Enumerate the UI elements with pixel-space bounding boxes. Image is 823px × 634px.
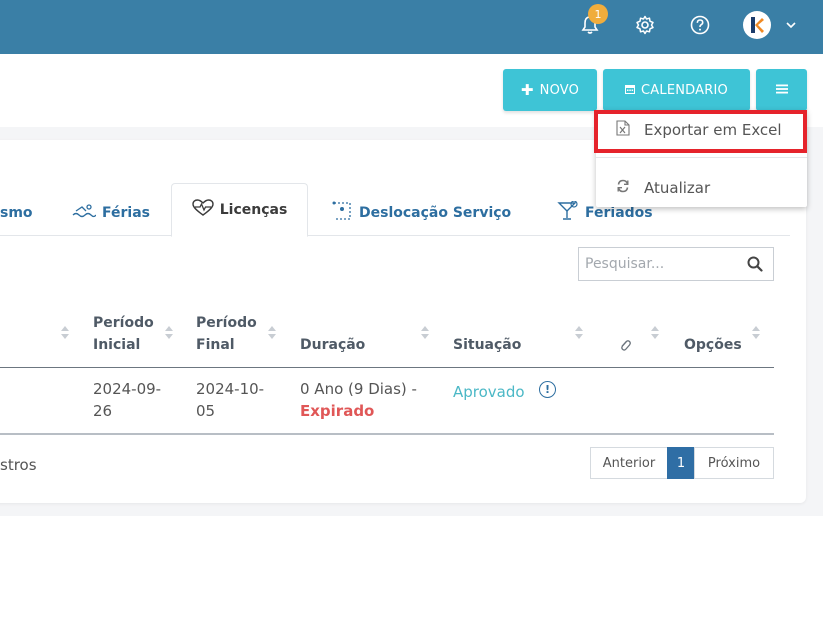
calendario-button-label: CALENDARIO <box>641 82 728 98</box>
table-bottom-divider <box>0 433 774 435</box>
tab-ferias[interactable]: Férias <box>72 196 150 230</box>
tab-label: Licenças <box>219 202 288 218</box>
cell-periodo-final: 2024-10- 05 <box>196 378 264 422</box>
actions-dropdown-menu: Exportar em Excel Atualizar <box>596 110 807 207</box>
duracao-text: 0 Ano (9 Dias) - <box>300 380 417 398</box>
cell-periodo-inicial: 2024-09- 26 <box>93 378 161 422</box>
tabs-divider <box>0 235 790 236</box>
swim-icon <box>72 204 97 222</box>
sort-icon[interactable] <box>575 326 583 342</box>
pagination-prev[interactable]: Anterior <box>590 447 668 479</box>
column-header-periodo-inicial[interactable]: Período Inicial <box>93 312 154 356</box>
menu-divider <box>596 157 807 158</box>
menu-item-label: Exportar em Excel <box>644 121 782 139</box>
sort-icon[interactable] <box>752 326 760 342</box>
menu-item-label: Atualizar <box>644 179 711 197</box>
header-line: Final <box>196 337 235 353</box>
chevron-down-icon[interactable] <box>778 12 804 38</box>
cell-line: 05 <box>196 402 216 420</box>
route-icon <box>331 201 353 225</box>
column-header-situacao[interactable]: Situação <box>453 334 521 356</box>
calendario-button[interactable]: CALENDARIO <box>603 69 750 111</box>
help-icon[interactable] <box>687 12 713 38</box>
tab-label: Deslocação Serviço <box>359 205 512 221</box>
cell-line: 2024-10- <box>196 380 265 398</box>
notification-badge: 1 <box>588 4 608 24</box>
avatar[interactable] <box>743 11 771 39</box>
sort-icon[interactable] <box>651 326 659 342</box>
refresh-menu-item[interactable]: Atualizar <box>596 168 807 208</box>
heartbeat-icon <box>192 199 214 221</box>
novo-button[interactable]: ✚ NOVO <box>503 69 597 111</box>
column-header-opcoes[interactable]: Opções <box>684 334 742 356</box>
sort-icon[interactable] <box>61 326 69 342</box>
column-header-periodo-final[interactable]: Período Final <box>196 312 257 356</box>
pagination-next[interactable]: Próximo <box>694 447 774 479</box>
cocktail-icon <box>557 200 579 225</box>
hamburger-icon <box>775 83 788 98</box>
paperclip-icon[interactable] <box>619 337 631 356</box>
info-icon[interactable]: ! <box>539 381 556 398</box>
calendar-icon <box>625 83 636 98</box>
tab-deslocacao-servico[interactable]: Deslocação Serviço <box>331 196 511 230</box>
export-excel-menu-item[interactable]: Exportar em Excel <box>596 110 807 150</box>
search-input[interactable] <box>579 248 739 280</box>
pagination-page[interactable]: 1 <box>667 447 695 479</box>
top-navbar: 1 <box>0 0 823 54</box>
sort-icon[interactable] <box>268 326 276 342</box>
gear-icon[interactable] <box>632 12 658 38</box>
menu-button[interactable] <box>756 69 807 111</box>
search-icon[interactable] <box>747 256 763 276</box>
tab-label: Férias <box>102 205 150 221</box>
tab-label: smo <box>0 205 33 221</box>
expired-status: Expirado <box>300 402 375 420</box>
sort-icon[interactable] <box>165 326 173 342</box>
excel-icon <box>616 120 630 140</box>
search-box <box>578 247 774 281</box>
status-badge: Aprovado <box>453 383 525 401</box>
refresh-icon <box>616 178 630 198</box>
records-info: stros <box>0 456 37 474</box>
table-header-divider <box>0 367 774 368</box>
cell-line: 26 <box>93 402 113 420</box>
page-bottom <box>0 516 823 634</box>
header-line: Período <box>196 315 257 331</box>
tab-licencas[interactable]: Licenças <box>171 183 308 237</box>
cell-duracao: 0 Ano (9 Dias) - Expirado <box>300 378 417 422</box>
column-header-duracao[interactable]: Duração <box>300 334 365 356</box>
header-line: Período <box>93 315 154 331</box>
header-line: Inicial <box>93 337 141 353</box>
novo-button-label: NOVO <box>539 82 580 98</box>
cell-line: 2024-09- <box>93 380 162 398</box>
plus-icon: ✚ <box>520 81 534 99</box>
sort-icon[interactable] <box>421 326 429 342</box>
tab-smo[interactable]: smo <box>0 196 33 230</box>
